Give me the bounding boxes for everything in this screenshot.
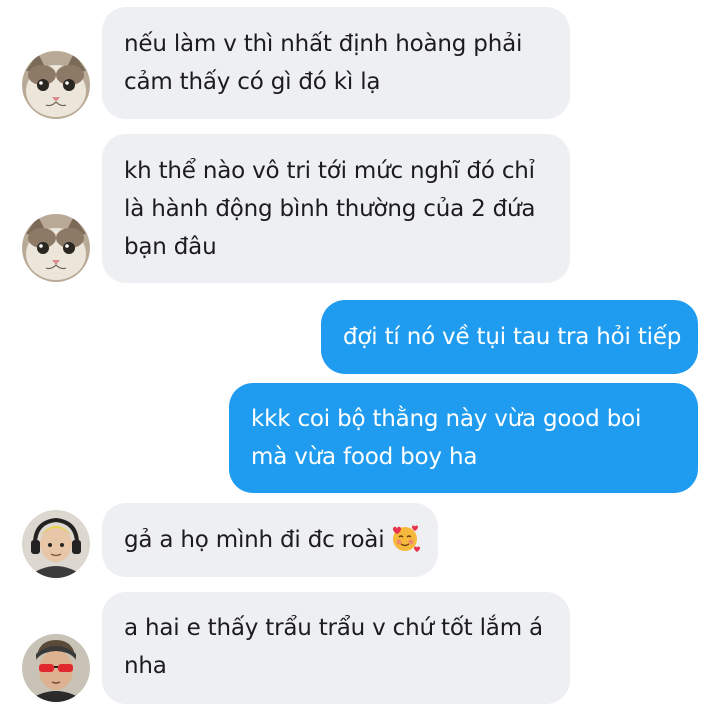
message-text: gả a họ mình đi đc roài: [124, 527, 385, 553]
smiling-face-with-hearts-icon: [390, 523, 421, 565]
cat-avatar-image: [22, 214, 90, 282]
message-text-line: đợi tí nó về tụi tau tra hỏi tiếp: [343, 324, 682, 350]
message-text-line: cảm thấy có gì đó kì lạ: [124, 69, 381, 95]
message-text-line: kkk coi bộ thằng này vừa good boi: [251, 406, 642, 432]
message-text-line: gả a họ mình đi đc roài: [124, 521, 421, 565]
message-bubble-outgoing[interactable]: kkk coi bộ thằng này vừa good boi mà vừa…: [229, 383, 698, 493]
message-bubble-outgoing[interactable]: đợi tí nó về tụi tau tra hỏi tiếp: [321, 300, 698, 374]
message-text-line: mà vừa food boy ha: [251, 444, 478, 470]
message-text-line: a hai e thấy trẩu trẩu v chứ tốt lắm á: [124, 615, 543, 641]
message-bubble-incoming[interactable]: kh thể nào vô tri tới mức nghĩ đó chỉ là…: [102, 134, 570, 283]
message-text-line: kh thể nào vô tri tới mức nghĩ đó chỉ: [124, 158, 535, 184]
cat-avatar[interactable]: [22, 51, 90, 119]
message-text-line: là hành động bình thường của 2 đứa: [124, 196, 536, 222]
headphones-person-avatar-image: [22, 510, 90, 578]
cat-avatar-image: [22, 51, 90, 119]
message-bubble-incoming[interactable]: a hai e thấy trẩu trẩu v chứ tốt lắm á n…: [102, 592, 570, 704]
message-bubble-incoming[interactable]: gả a họ mình đi đc roài: [102, 503, 438, 577]
message-text-line: bạn đâu: [124, 234, 217, 260]
cat-avatar[interactable]: [22, 214, 90, 282]
message-bubble-incoming[interactable]: nếu làm v thì nhất định hoàng phải cảm t…: [102, 7, 570, 119]
message-text-line: nha: [124, 653, 167, 679]
red-glasses-person-avatar-image: [22, 634, 90, 702]
red-glasses-person-avatar[interactable]: [22, 634, 90, 702]
headphones-person-avatar[interactable]: [22, 510, 90, 578]
message-text-line: nếu làm v thì nhất định hoàng phải: [124, 31, 523, 57]
chat-thread: nếu làm v thì nhất định hoàng phải cảm t…: [0, 0, 720, 717]
